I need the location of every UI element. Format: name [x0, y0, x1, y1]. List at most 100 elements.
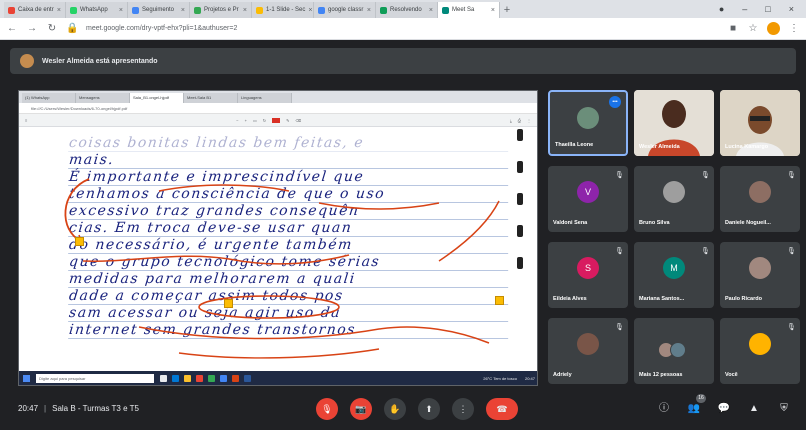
- tab-favicon-icon: [256, 6, 263, 14]
- maximize-icon[interactable]: □: [765, 4, 770, 14]
- avatar: [749, 333, 771, 355]
- browser-tab-label: Projetos e Pr: [204, 7, 239, 13]
- red-annotation-strokes: [64, 178, 500, 359]
- meeting-controls-bar: 20:47 | Sala B - Turmas T3 e T5 🎙 📷 ✋ ⬆ …: [0, 392, 806, 430]
- mail-icon: [220, 374, 227, 382]
- participant-name: Eildeia Alves: [553, 296, 587, 302]
- browser-tab-label: 1-1 Slide - Sec: [266, 7, 306, 13]
- meet-favicon-icon: [442, 6, 449, 14]
- avatar: [663, 181, 685, 203]
- browser-tab[interactable]: Projetos e Pr ×: [190, 2, 252, 18]
- url-field[interactable]: meet.google.com/dry-vptf-ehx?pli=1&authu…: [86, 25, 719, 32]
- close-tab-icon[interactable]: ×: [429, 7, 433, 14]
- browser-tab-label: Resolvendo: [390, 7, 422, 13]
- tab-favicon-icon: [70, 6, 77, 14]
- presenter-banner: Wesler Almeida está apresentando: [10, 48, 796, 74]
- participant-tile[interactable]: 🎙 Adriely: [548, 318, 628, 384]
- close-tab-icon[interactable]: ×: [308, 7, 312, 14]
- close-tab-icon[interactable]: ×: [243, 7, 247, 14]
- participant-tile[interactable]: 🎙 V Valdoni Sena: [548, 166, 628, 232]
- star-icon[interactable]: ☆: [747, 23, 759, 34]
- participants-button[interactable]: 👥 16: [686, 394, 706, 420]
- activities-button[interactable]: ▲: [746, 398, 762, 420]
- comment-marker-icon: [495, 296, 504, 305]
- mic-off-button[interactable]: 🎙: [316, 398, 338, 420]
- participant-tile[interactable]: Lucina Kamargo: [720, 90, 800, 156]
- word-icon: [244, 374, 251, 382]
- participant-tile[interactable]: 🎙 M Mariana Santos...: [634, 242, 714, 308]
- presenter-avatar: [20, 54, 34, 68]
- participant-tile[interactable]: 🎙 S Eildeia Alves: [548, 242, 628, 308]
- new-tab-button[interactable]: +: [500, 2, 514, 18]
- self-tile[interactable]: 🎙 Você: [720, 318, 800, 384]
- browser-tab-label: google classr: [328, 7, 364, 13]
- browser-tab-active[interactable]: Meet Sa ×: [438, 2, 500, 18]
- more-options-button[interactable]: ⋮: [452, 398, 474, 420]
- close-tab-icon[interactable]: ×: [119, 7, 123, 14]
- host-controls-button[interactable]: ⛨: [776, 398, 792, 420]
- close-tab-icon[interactable]: ×: [367, 7, 371, 14]
- present-button[interactable]: ⬆: [418, 398, 440, 420]
- separator: |: [44, 404, 47, 413]
- office-icon: [232, 374, 239, 382]
- participant-name: Daniele Nogueil...: [725, 220, 771, 226]
- close-tab-icon[interactable]: ×: [491, 7, 495, 14]
- window-controls: ● – □ ×: [719, 0, 806, 18]
- record-icon[interactable]: ●: [719, 4, 724, 14]
- avatar: [577, 107, 599, 129]
- explorer-icon: [184, 374, 191, 382]
- browser-tab-label: Meet Sa: [452, 7, 475, 13]
- participant-name: Wesler Almeida: [639, 144, 680, 150]
- mic-off-icon: 🎙: [701, 172, 710, 179]
- meet-stage: Wesler Almeida está apresentando (1) Wha…: [0, 40, 806, 430]
- tab-favicon-icon: [380, 6, 387, 14]
- mic-off-icon: 🎙: [787, 324, 796, 331]
- speaking-indicator-icon: •••: [609, 96, 621, 108]
- browser-tab[interactable]: Caixa de entr ×: [4, 2, 66, 18]
- avatar: [749, 181, 771, 203]
- mic-off-icon: 🎙: [615, 324, 624, 331]
- camera-icon[interactable]: ■: [727, 23, 739, 34]
- meeting-name: Sala B - Turmas T3 e T5: [52, 404, 139, 413]
- mic-off-icon: 🎙: [615, 248, 624, 255]
- browser-tab-label: Seguimento: [142, 7, 175, 13]
- participant-tile[interactable]: 🎙 Daniele Nogueil...: [720, 166, 800, 232]
- forward-arrow-icon[interactable]: →: [26, 23, 38, 34]
- close-window-icon[interactable]: ×: [789, 4, 794, 14]
- back-arrow-icon[interactable]: ←: [6, 23, 18, 34]
- browser-tab[interactable]: WhatsApp ×: [66, 2, 128, 18]
- browser-tab[interactable]: Resolvendo ×: [376, 2, 438, 18]
- meeting-info-button[interactable]: ⓘ: [656, 398, 672, 420]
- close-tab-icon[interactable]: ×: [57, 7, 61, 14]
- hang-up-button[interactable]: ☎: [486, 398, 518, 420]
- participant-tile[interactable]: 🎙 Paulo Ricardo: [720, 242, 800, 308]
- menu-icon[interactable]: ⋮: [788, 23, 800, 34]
- raise-hand-button[interactable]: ✋: [384, 398, 406, 420]
- browser-tab[interactable]: 1-1 Slide - Sec ×: [252, 2, 314, 18]
- presenter-label: Wesler Almeida está apresentando: [42, 57, 158, 65]
- browser-tab[interactable]: google classr ×: [314, 2, 376, 18]
- reload-icon[interactable]: ↻: [46, 23, 58, 34]
- participant-tile[interactable]: ••• Thaeilla Leone: [548, 90, 628, 156]
- comment-marker-icon: [75, 237, 84, 246]
- avatar: M: [663, 257, 685, 279]
- camera-off-button[interactable]: 📷: [350, 398, 372, 420]
- participant-name: Bruno Silva: [639, 220, 670, 226]
- mic-off-icon: 🎙: [701, 248, 710, 255]
- participant-name: Lucina Kamargo: [725, 144, 769, 150]
- minimize-icon[interactable]: –: [742, 4, 747, 14]
- avatar: [577, 333, 599, 355]
- profile-avatar[interactable]: [767, 22, 780, 35]
- participant-tile[interactable]: Wesler Almeida: [634, 90, 714, 156]
- more-participants-label: Mais 12 pessoas: [639, 372, 683, 378]
- chat-button[interactable]: 💬: [716, 398, 732, 420]
- meeting-details: 20:47 | Sala B - Turmas T3 e T5: [18, 404, 139, 413]
- more-participants-tile[interactable]: Mais 12 pessoas: [634, 318, 714, 384]
- close-tab-icon[interactable]: ×: [181, 7, 185, 14]
- avatar: [749, 257, 771, 279]
- taskbar-weather: 26°C Tem de tosco: [483, 375, 517, 381]
- meeting-time: 20:47: [18, 404, 39, 413]
- address-bar: ← → ↻ 🔒 meet.google.com/dry-vptf-ehx?pli…: [0, 18, 806, 40]
- participant-tile[interactable]: 🎙 Bruno Silva: [634, 166, 714, 232]
- browser-tab[interactable]: Seguimento ×: [128, 2, 190, 18]
